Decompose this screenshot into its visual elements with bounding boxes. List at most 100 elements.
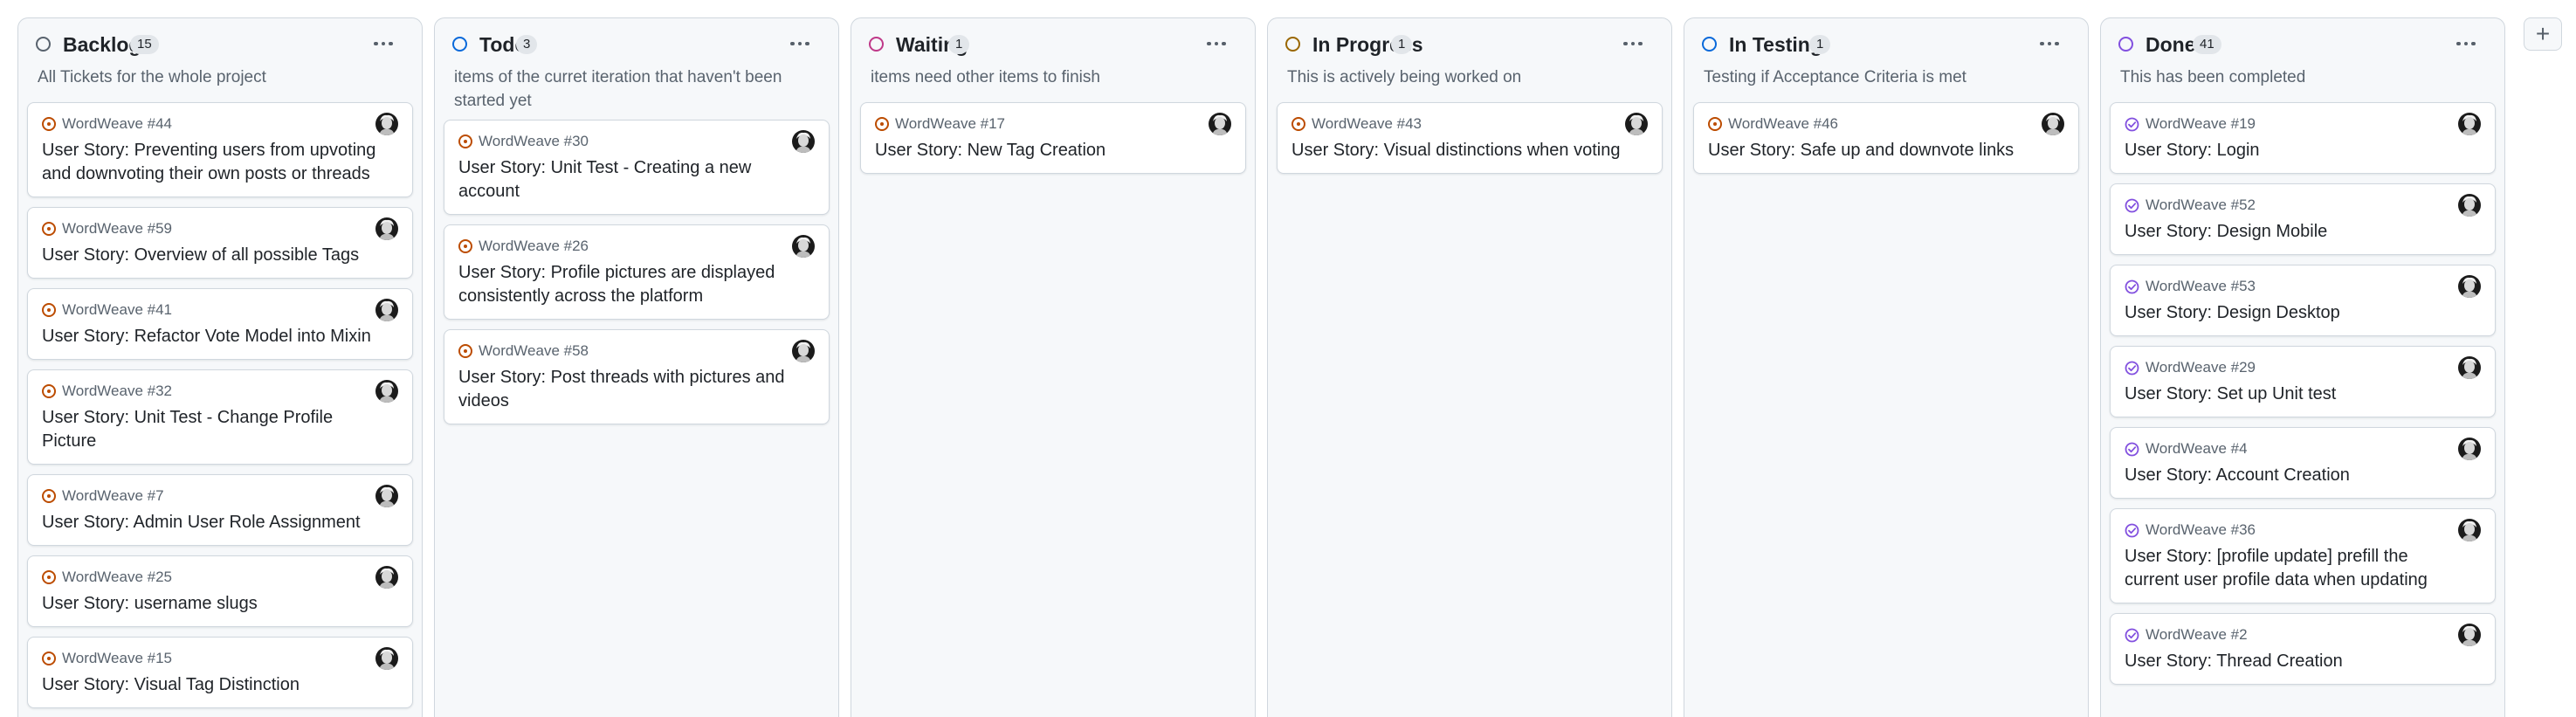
issue-title[interactable]: User Story: Overview of all possible Tag… xyxy=(42,244,398,267)
assignee-avatar[interactable] xyxy=(2458,624,2481,646)
issue-card[interactable]: WordWeave #36 User Story: [profile update… xyxy=(2110,508,2496,603)
issue-reference[interactable]: WordWeave #15 xyxy=(62,650,172,667)
issue-title[interactable]: User Story: Safe up and downvote links xyxy=(1708,139,2064,162)
assignee-avatar[interactable] xyxy=(792,340,815,362)
assignee-avatar[interactable] xyxy=(375,113,398,135)
issue-card[interactable]: WordWeave #46 User Story: Safe up and dow… xyxy=(1693,102,2079,174)
assignee-avatar[interactable] xyxy=(1209,113,1231,135)
assignee-avatar[interactable] xyxy=(2458,519,2481,541)
assignee-avatar[interactable] xyxy=(375,566,398,589)
issue-reference[interactable]: WordWeave #43 xyxy=(1312,115,1422,133)
issue-title[interactable]: User Story: Unit Test - Change Profile P… xyxy=(42,406,398,453)
issue-reference[interactable]: WordWeave #2 xyxy=(2146,626,2248,644)
column-menu-button[interactable] xyxy=(1615,31,1650,57)
assignee-avatar[interactable] xyxy=(792,235,815,258)
column-menu-button[interactable] xyxy=(782,31,817,57)
issue-title[interactable]: User Story: Profile pictures are display… xyxy=(458,261,815,308)
issue-reference[interactable]: WordWeave #44 xyxy=(62,115,172,133)
issue-opened-icon xyxy=(42,117,56,131)
issue-reference[interactable]: WordWeave #53 xyxy=(2146,278,2256,295)
assignee-avatar[interactable] xyxy=(2458,113,2481,135)
card-meta: WordWeave #7 xyxy=(42,485,398,507)
issue-title[interactable]: User Story: Set up Unit test xyxy=(2125,383,2481,406)
issue-reference[interactable]: WordWeave #32 xyxy=(62,383,172,400)
card-list: WordWeave #30 User Story: Unit Test - Cre… xyxy=(444,120,830,434)
assignee-avatar[interactable] xyxy=(2458,194,2481,217)
issue-card[interactable]: WordWeave #15 User Story: Visual Tag Dist… xyxy=(27,637,413,708)
assignee-avatar[interactable] xyxy=(2458,438,2481,460)
issue-reference[interactable]: WordWeave #26 xyxy=(479,238,589,255)
column-menu-button[interactable] xyxy=(2032,31,2067,57)
card-meta: WordWeave #29 xyxy=(2125,356,2481,379)
issue-title[interactable]: User Story: Preventing users from upvoti… xyxy=(42,139,398,186)
item-count-badge: 15 xyxy=(130,35,159,54)
issue-reference[interactable]: WordWeave #59 xyxy=(62,220,172,238)
issue-reference[interactable]: WordWeave #4 xyxy=(2146,440,2248,458)
issue-card[interactable]: WordWeave #58 User Story: Post threads wi… xyxy=(444,329,830,424)
issue-reference[interactable]: WordWeave #36 xyxy=(2146,521,2256,539)
issue-card[interactable]: WordWeave #43 User Story: Visual distinct… xyxy=(1277,102,1663,174)
issue-reference[interactable]: WordWeave #30 xyxy=(479,133,589,150)
column-description: This is actively being worked on xyxy=(1287,68,1522,86)
issue-card[interactable]: WordWeave #29 User Story: Set up Unit tes… xyxy=(2110,346,2496,417)
issue-reference[interactable]: WordWeave #46 xyxy=(1728,115,1838,133)
issue-card[interactable]: WordWeave #17 User Story: New Tag Creatio… xyxy=(860,102,1246,174)
issue-closed-icon xyxy=(2125,279,2139,293)
issue-title[interactable]: User Story: Unit Test - Creating a new a… xyxy=(458,156,815,203)
issue-title[interactable]: User Story: username slugs xyxy=(42,592,398,616)
issue-card[interactable]: WordWeave #4 User Story: Account Creation xyxy=(2110,427,2496,499)
add-column-button[interactable]: + xyxy=(2524,17,2562,51)
assignee-avatar[interactable] xyxy=(375,485,398,507)
issue-card[interactable]: WordWeave #25 User Story: username slugs xyxy=(27,555,413,627)
assignee-avatar[interactable] xyxy=(375,217,398,240)
issue-reference[interactable]: WordWeave #58 xyxy=(479,342,589,360)
assignee-avatar[interactable] xyxy=(375,647,398,670)
issue-card[interactable]: WordWeave #26 User Story: Profile picture… xyxy=(444,224,830,320)
column-in-progress: In Progress 1 This is actively being worke… xyxy=(1267,17,1672,717)
issue-title[interactable]: User Story: Design Desktop xyxy=(2125,301,2481,325)
issue-title[interactable]: User Story: Admin User Role Assignment xyxy=(42,511,398,534)
column-menu-button[interactable] xyxy=(2449,31,2483,57)
issue-reference[interactable]: WordWeave #7 xyxy=(62,487,164,505)
issue-card[interactable]: WordWeave #7 User Story: Admin User Role … xyxy=(27,474,413,546)
issue-title[interactable]: User Story: Thread Creation xyxy=(2125,650,2481,673)
assignee-avatar[interactable] xyxy=(1625,113,1648,135)
issue-card[interactable]: WordWeave #59 User Story: Overview of all… xyxy=(27,207,413,279)
issue-card[interactable]: WordWeave #53 User Story: Design Desktop xyxy=(2110,265,2496,336)
issue-title[interactable]: User Story: Account Creation xyxy=(2125,464,2481,487)
assignee-avatar[interactable] xyxy=(2458,275,2481,298)
assignee-avatar[interactable] xyxy=(2042,113,2064,135)
issue-title[interactable]: User Story: Visual Tag Distinction xyxy=(42,673,398,697)
issue-card[interactable]: WordWeave #32 User Story: Unit Test - Cha… xyxy=(27,369,413,465)
column-menu-button[interactable] xyxy=(1199,31,1234,57)
kebab-horizontal-icon xyxy=(2040,41,2059,46)
issue-card[interactable]: WordWeave #19 User Story: Login xyxy=(2110,102,2496,174)
issue-reference[interactable]: WordWeave #52 xyxy=(2146,196,2256,214)
kebab-horizontal-icon xyxy=(1207,41,1226,46)
issue-closed-icon xyxy=(2125,628,2139,642)
issue-card[interactable]: WordWeave #41 User Story: Refactor Vote M… xyxy=(27,288,413,360)
issue-opened-icon xyxy=(42,303,56,317)
issue-card[interactable]: WordWeave #44 User Story: Preventing user… xyxy=(27,102,413,197)
issue-title[interactable]: User Story: New Tag Creation xyxy=(875,139,1231,162)
issue-title[interactable]: User Story: Visual distinctions when vot… xyxy=(1291,139,1648,162)
issue-reference[interactable]: WordWeave #25 xyxy=(62,569,172,586)
assignee-avatar[interactable] xyxy=(375,380,398,403)
issue-title[interactable]: User Story: Post threads with pictures a… xyxy=(458,366,815,413)
card-meta: WordWeave #43 xyxy=(1291,113,1648,135)
assignee-avatar[interactable] xyxy=(792,130,815,153)
assignee-avatar[interactable] xyxy=(2458,356,2481,379)
issue-reference[interactable]: WordWeave #17 xyxy=(895,115,1005,133)
issue-card[interactable]: WordWeave #2 User Story: Thread Creation xyxy=(2110,613,2496,685)
issue-card[interactable]: WordWeave #52 User Story: Design Mobile xyxy=(2110,183,2496,255)
issue-reference[interactable]: WordWeave #41 xyxy=(62,301,172,319)
issue-title[interactable]: User Story: Login xyxy=(2125,139,2481,162)
issue-reference[interactable]: WordWeave #19 xyxy=(2146,115,2256,133)
issue-card[interactable]: WordWeave #30 User Story: Unit Test - Cre… xyxy=(444,120,830,215)
assignee-avatar[interactable] xyxy=(375,299,398,321)
issue-title[interactable]: User Story: Refactor Vote Model into Mix… xyxy=(42,325,398,348)
column-menu-button[interactable] xyxy=(366,31,401,57)
issue-reference[interactable]: WordWeave #29 xyxy=(2146,359,2256,376)
issue-title[interactable]: User Story: Design Mobile xyxy=(2125,220,2481,244)
issue-title[interactable]: User Story: [profile update] prefill the… xyxy=(2125,545,2481,592)
